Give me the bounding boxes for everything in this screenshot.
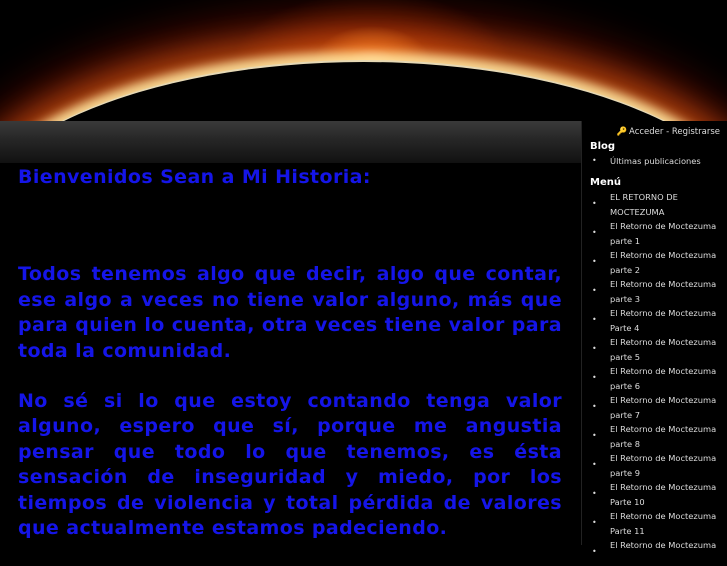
bullet-icon: • <box>592 228 597 237</box>
menu-item[interactable]: • El Retorno de Moctezuma parte 2 <box>582 248 727 277</box>
bullet-icon: • <box>592 431 597 440</box>
menu-item[interactable]: • El Retorno de Moctezuma parte 8 <box>582 422 727 451</box>
login-link[interactable]: 🔑 Acceder - Registrarse <box>616 127 720 137</box>
main-content: Bienvenidos Sean a Mi Historia: Todos te… <box>18 165 562 566</box>
menu-item-label: El Retorno de Moctezuma parte 5 <box>610 337 717 362</box>
menu-list: • EL RETORNO DE MOCTEZUMA • El Retorno de … <box>582 190 727 556</box>
menu-item[interactable]: • El Retorno de Moctezuma Parte 11 <box>582 509 727 538</box>
menu-item[interactable]: • El Retorno de Moctezuma <box>582 538 727 556</box>
bullet-icon: • <box>592 344 597 353</box>
bullet-icon: • <box>592 199 597 208</box>
intro-paragraph-1: Todos tenemos algo que decir, algo que c… <box>18 263 562 362</box>
menu-item[interactable]: • El Retorno de Moctezuma parte 7 <box>582 393 727 422</box>
menu-item-label: El Retorno de Moctezuma parte 9 <box>610 453 717 478</box>
bullet-icon: • <box>592 518 597 527</box>
menu-item[interactable]: • El Retorno de Moctezuma Parte 10 <box>582 480 727 509</box>
menu-title: Menú <box>590 177 621 188</box>
bullet-icon: • <box>592 489 597 498</box>
menu-item-label: El Retorno de Moctezuma parte 7 <box>610 395 717 420</box>
bullet-icon: • <box>592 402 597 411</box>
planet-horizon-image <box>0 60 727 121</box>
blog-list: • Últimas publicaciones <box>582 154 727 169</box>
bullet-icon: • <box>592 156 597 165</box>
menu-item-label: El Retorno de Moctezuma Parte 10 <box>610 482 717 507</box>
menu-item-label: El Retorno de Moctezuma Parte 4 <box>610 308 717 333</box>
menu-item[interactable]: • EL RETORNO DE MOCTEZUMA <box>582 190 727 219</box>
menu-item[interactable]: • El Retorno de Moctezuma parte 6 <box>582 364 727 393</box>
bullet-icon: • <box>592 547 597 556</box>
menu-item[interactable]: • El Retorno de Moctezuma Parte 4 <box>582 306 727 335</box>
header-banner <box>0 0 727 121</box>
menu-item[interactable]: • El Retorno de Moctezuma parte 9 <box>582 451 727 480</box>
menu-item-label: El Retorno de Moctezuma parte 8 <box>610 424 717 449</box>
blog-item-latest[interactable]: • Últimas publicaciones <box>582 154 727 169</box>
menu-item-label: El Retorno de Moctezuma parte 1 <box>610 221 717 246</box>
bullet-icon: • <box>592 315 597 324</box>
key-icon: 🔑 <box>616 127 628 137</box>
blog-title: Blog <box>590 141 616 152</box>
welcome-heading: Bienvenidos Sean a Mi Historia: <box>18 166 371 188</box>
intro-paragraph-2: No sé si lo que estoy contando tenga val… <box>18 390 562 540</box>
login-label: Acceder - Registrarse <box>629 127 720 137</box>
bullet-icon: • <box>592 257 597 266</box>
menu-item-label: El Retorno de Moctezuma parte 2 <box>610 250 717 275</box>
bullet-icon: • <box>592 286 597 295</box>
menu-item[interactable]: • El Retorno de Moctezuma parte 5 <box>582 335 727 364</box>
blog-item-label: Últimas publicaciones <box>610 156 701 166</box>
menu-item-label: El Retorno de Moctezuma parte 3 <box>610 279 717 304</box>
bullet-icon: • <box>592 460 597 469</box>
menu-item[interactable]: • El Retorno de Moctezuma parte 3 <box>582 277 727 306</box>
menu-item-label: El Retorno de Moctezuma Parte 11 <box>610 511 717 536</box>
menu-item-label: El Retorno de Moctezuma <box>610 540 717 550</box>
menu-item-label: EL RETORNO DE MOCTEZUMA <box>610 192 678 217</box>
sidebar: 🔑 Acceder - Registrarse Blog • Últimas pub… <box>581 121 727 556</box>
bullet-icon: • <box>592 373 597 382</box>
menu-item-label: El Retorno de Moctezuma parte 6 <box>610 366 717 391</box>
menu-item[interactable]: • El Retorno de Moctezuma parte 1 <box>582 219 727 248</box>
